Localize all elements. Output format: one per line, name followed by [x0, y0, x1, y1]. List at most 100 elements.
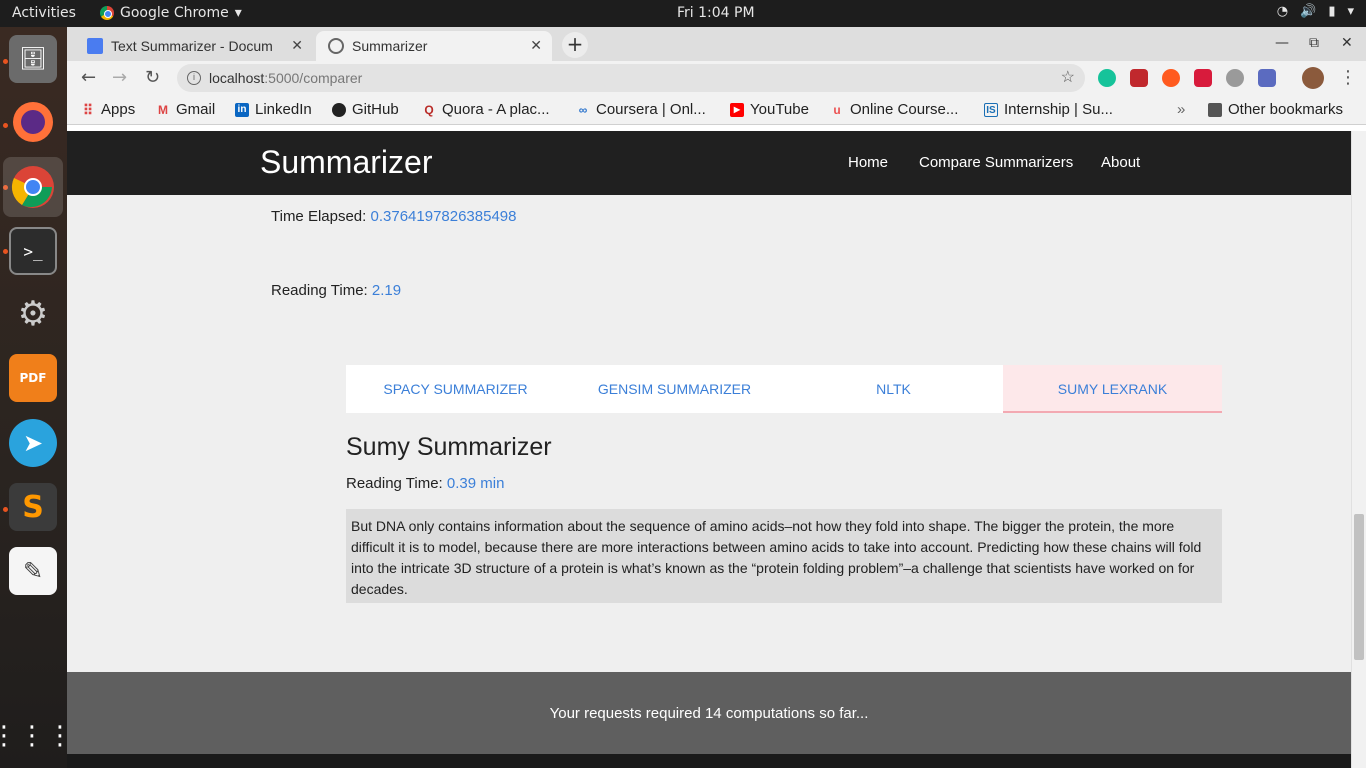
tab-strip: Text Summarizer - Docum ✕ Summarizer ✕ +…: [67, 27, 1366, 61]
tab-nltk[interactable]: NLTK: [784, 365, 1003, 413]
quora-icon: Q: [424, 102, 434, 117]
url-host: localhost: [209, 70, 265, 86]
github-icon: [332, 102, 346, 117]
url-path: :5000/comparer: [264, 70, 363, 86]
page-scrollbar[interactable]: [1351, 131, 1366, 768]
restore-icon[interactable]: ⧉: [1309, 35, 1319, 51]
bookmark-quora[interactable]: Q Quora - A plac...: [422, 101, 549, 118]
battery-icon: ▮: [1328, 4, 1336, 19]
extension-icon[interactable]: [1130, 69, 1148, 87]
tab-sumy-lexrank[interactable]: SUMY LEXRANK: [1003, 365, 1222, 413]
summary-reading-time-value: 0.39 min: [446, 475, 505, 492]
reading-time-value: 2.19: [371, 282, 402, 299]
bookmark-github[interactable]: GitHub: [332, 101, 399, 118]
grammarly-icon[interactable]: [1098, 69, 1116, 87]
bookmark-linkedin[interactable]: in LinkedIn: [235, 101, 312, 118]
site-footer: Your requests required 14 computations s…: [67, 672, 1351, 768]
bookmark-online-courses[interactable]: u Online Course...: [830, 101, 958, 118]
chrome-dock-icon[interactable]: [3, 157, 63, 217]
extension-icon[interactable]: [1226, 69, 1244, 87]
forward-icon[interactable]: →: [112, 67, 127, 88]
internshala-icon: IS: [984, 102, 998, 117]
site-navbar: Summarizer Home Compare Summarizers Abou…: [67, 131, 1351, 195]
reading-time: Reading Time: 2.19: [271, 282, 401, 299]
bookmark-star-icon[interactable]: ☆: [1061, 64, 1075, 92]
chrome-icon: [100, 6, 114, 20]
time-elapsed-value: 0.3764197826385498: [370, 208, 517, 225]
terminal-icon[interactable]: >_: [9, 227, 57, 275]
system-top-bar: Activities Google Chrome ▾ Fri 1:04 PM ◔…: [0, 0, 1366, 27]
bookmark-coursera[interactable]: ∞ Coursera | Onl...: [576, 101, 706, 118]
sublime-text-icon[interactable]: S: [9, 483, 57, 531]
folder-icon: [1208, 102, 1222, 117]
tab-gensim-summarizer[interactable]: GENSIM SUMMARIZER: [565, 365, 784, 413]
summary-text: But DNA only contains information about …: [346, 509, 1222, 603]
wifi-icon: ◔: [1276, 4, 1289, 19]
linkedin-icon: in: [235, 102, 249, 117]
extension-icon[interactable]: [1162, 69, 1180, 87]
page-content: Summarizer Home Compare Summarizers Abou…: [67, 131, 1366, 768]
running-indicator: [3, 123, 8, 128]
other-bookmarks[interactable]: Other bookmarks: [1208, 101, 1343, 118]
bookmark-youtube[interactable]: ▶ YouTube: [730, 101, 809, 118]
close-window-icon[interactable]: ✕: [1341, 35, 1353, 51]
new-tab-button[interactable]: +: [562, 32, 588, 58]
bookmark-apps[interactable]: ⠿ Apps: [81, 101, 135, 118]
chrome-window: Text Summarizer - Docum ✕ Summarizer ✕ +…: [67, 27, 1366, 768]
nav-home[interactable]: Home: [848, 154, 888, 171]
chevron-down-icon: ▾: [234, 5, 242, 21]
summary-reading-time: Reading Time: 0.39 min: [346, 475, 504, 492]
time-elapsed: Time Elapsed: 0.3764197826385498: [271, 208, 517, 225]
show-apps-icon[interactable]: ⋮⋮⋮: [0, 712, 73, 760]
summary-title: Sumy Summarizer: [346, 433, 552, 461]
avatar[interactable]: [1302, 67, 1324, 89]
settings-icon[interactable]: ⚙: [9, 290, 57, 338]
text-editor-icon[interactable]: ✎: [9, 547, 57, 595]
running-indicator: [3, 507, 8, 512]
footer-bottom-bar: [67, 754, 1351, 768]
info-icon[interactable]: i: [187, 71, 201, 85]
address-bar[interactable]: i localhost:5000/comparer ☆: [177, 64, 1085, 92]
coursera-icon: ∞: [578, 102, 588, 117]
globe-icon: [328, 38, 344, 54]
activities-button[interactable]: Activities: [12, 5, 76, 21]
summary-reading-time-label: Reading Time:: [346, 475, 447, 492]
time-elapsed-label: Time Elapsed:: [271, 208, 371, 225]
back-icon[interactable]: ←: [81, 67, 96, 88]
tab-spacy-summarizer[interactable]: SPACY SUMMARIZER: [346, 365, 565, 413]
docs-icon: [87, 38, 103, 54]
summarizer-tabs: SPACY SUMMARIZER GENSIM SUMMARIZER NLTK …: [346, 365, 1222, 413]
tab-text-summarizer-doc[interactable]: Text Summarizer - Docum ✕: [75, 31, 313, 61]
dock: 🗄 >_ ⚙ PDF ➤ S ✎ ⋮⋮⋮: [0, 27, 73, 768]
close-icon[interactable]: ✕: [291, 37, 303, 54]
minimize-icon[interactable]: —: [1275, 35, 1289, 51]
app-menu[interactable]: Google Chrome ▾: [100, 5, 242, 21]
bookmarks-bar: ⠿ Apps M Gmail in LinkedIn GitHub Q Quora - …: [67, 95, 1366, 125]
nav-about[interactable]: About: [1101, 154, 1140, 171]
bookmark-gmail[interactable]: M Gmail: [156, 101, 215, 118]
app-name: Google Chrome: [120, 5, 229, 21]
clock[interactable]: Fri 1:04 PM: [677, 5, 755, 21]
reload-icon[interactable]: ↻: [145, 67, 160, 88]
volume-icon: 🔊: [1300, 4, 1317, 19]
firefox-icon[interactable]: [9, 98, 57, 146]
close-icon[interactable]: ✕: [530, 37, 542, 54]
camera-icon[interactable]: [1258, 69, 1276, 87]
menu-icon[interactable]: ⋮: [1339, 67, 1357, 88]
youtube-icon: ▶: [730, 102, 744, 117]
scrollbar-thumb[interactable]: [1354, 514, 1364, 660]
extension-icon[interactable]: [1194, 69, 1212, 87]
gmail-icon: M: [158, 102, 168, 117]
bookmark-internship[interactable]: IS Internship | Su...: [984, 101, 1113, 118]
tab-summarizer[interactable]: Summarizer ✕: [316, 31, 552, 61]
site-brand[interactable]: Summarizer: [260, 144, 432, 181]
telegram-icon[interactable]: ➤: [9, 419, 57, 467]
pdf-editor-icon[interactable]: PDF: [9, 354, 57, 402]
system-tray[interactable]: ◔ 🔊 ▮ ▾: [1277, 4, 1354, 19]
bookmarks-overflow-button[interactable]: »: [1177, 101, 1185, 118]
apps-grid-icon: ⠿: [82, 101, 94, 118]
running-indicator: [3, 59, 8, 64]
nav-compare-summarizers[interactable]: Compare Summarizers: [919, 154, 1073, 171]
tab-title: Text Summarizer - Docum: [111, 38, 273, 54]
files-icon[interactable]: 🗄: [9, 35, 57, 83]
